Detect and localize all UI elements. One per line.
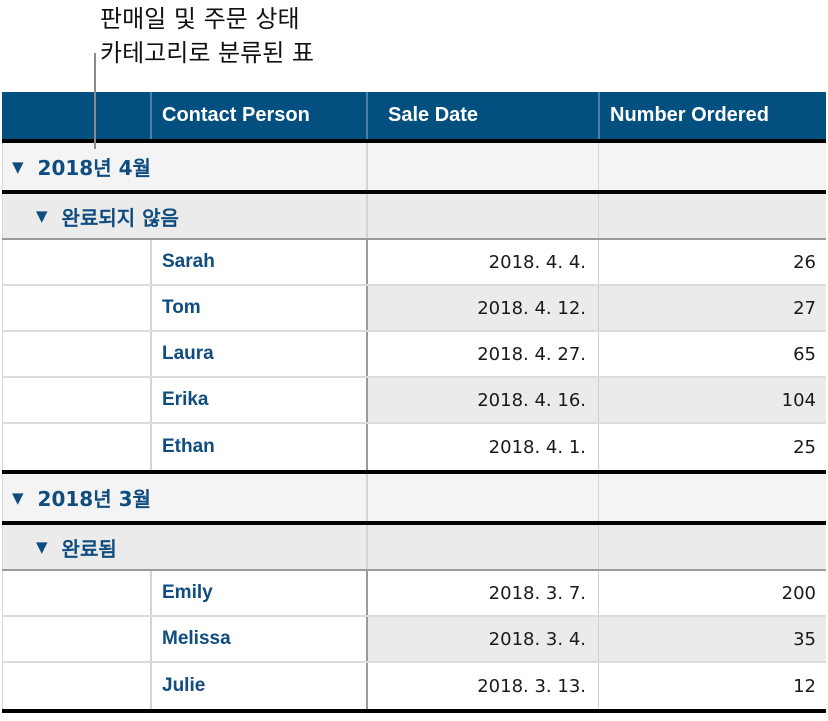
number-ordered-cell[interactable]: 27 <box>598 286 826 330</box>
group-row[interactable]: ▼ 2018년 4월 <box>2 143 826 190</box>
table-row[interactable]: Melissa 2018. 3. 4. 35 <box>2 617 826 663</box>
callout-line-1: 판매일 및 주문 상태 <box>100 5 300 33</box>
table-bottom-border <box>2 709 826 713</box>
categorized-table: Contact Person Sale Date Number Ordered … <box>2 92 826 713</box>
table-row[interactable]: Tom 2018. 4. 12. 27 <box>2 286 826 332</box>
disclosure-triangle-down-icon[interactable]: ▼ <box>36 207 48 225</box>
group-label[interactable]: ▼ 2018년 4월 <box>12 143 151 190</box>
header-cell-sale-date[interactable]: Sale Date <box>366 92 598 139</box>
contact-person-cell[interactable]: Emily <box>150 571 366 615</box>
subgroup-row[interactable]: ▼ 완료되지 않음 <box>2 194 826 240</box>
table-row[interactable]: Emily 2018. 3. 7. 200 <box>2 571 826 617</box>
number-ordered-cell[interactable]: 26 <box>598 240 826 284</box>
table-row[interactable]: Erika 2018. 4. 16. 104 <box>2 378 826 424</box>
number-ordered-cell[interactable]: 12 <box>598 663 826 709</box>
group-title: 2018년 3월 <box>37 487 151 511</box>
header-cell-number-ordered[interactable]: Number Ordered <box>598 92 826 139</box>
contact-person-cell[interactable]: Laura <box>150 332 366 376</box>
disclosure-triangle-down-icon[interactable]: ▼ <box>12 158 24 176</box>
disclosure-triangle-down-icon[interactable]: ▼ <box>12 489 24 507</box>
number-ordered-cell[interactable]: 25 <box>598 424 826 470</box>
sale-date-cell[interactable]: 2018. 3. 4. <box>366 617 598 661</box>
sale-date-cell[interactable]: 2018. 4. 12. <box>366 286 598 330</box>
callout-annotation: 판매일 및 주문 상태 카테고리로 분류된 표 <box>100 2 314 70</box>
sale-date-cell[interactable]: 2018. 4. 1. <box>366 424 598 470</box>
subgroup-title: 완료됨 <box>61 536 117 561</box>
number-ordered-cell[interactable]: 35 <box>598 617 826 661</box>
table-row[interactable]: Ethan 2018. 4. 1. 25 <box>2 424 826 470</box>
subgroup-title: 완료되지 않음 <box>61 205 179 230</box>
table-row[interactable]: Sarah 2018. 4. 4. 26 <box>2 240 826 286</box>
group-title: 2018년 4월 <box>37 156 151 180</box>
sale-date-cell[interactable]: 2018. 3. 7. <box>366 571 598 615</box>
subgroup-label[interactable]: ▼ 완료되지 않음 <box>36 194 179 238</box>
table-row[interactable]: Laura 2018. 4. 27. 65 <box>2 332 826 378</box>
contact-person-cell[interactable]: Ethan <box>150 424 366 470</box>
header-row: Contact Person Sale Date Number Ordered <box>2 92 826 139</box>
number-ordered-cell[interactable]: 65 <box>598 332 826 376</box>
subgroup-row[interactable]: ▼ 완료됨 <box>2 525 826 571</box>
table-row[interactable]: Julie 2018. 3. 13. 12 <box>2 663 826 709</box>
callout-leader-line <box>94 53 96 149</box>
sale-date-cell[interactable]: 2018. 4. 27. <box>366 332 598 376</box>
callout-line-2: 카테고리로 분류된 표 <box>100 39 314 67</box>
contact-person-cell[interactable]: Sarah <box>150 240 366 284</box>
contact-person-cell[interactable]: Tom <box>150 286 366 330</box>
contact-person-cell[interactable]: Melissa <box>150 617 366 661</box>
number-ordered-cell[interactable]: 104 <box>598 378 826 422</box>
number-ordered-cell[interactable]: 200 <box>598 571 826 615</box>
group-row[interactable]: ▼ 2018년 3월 <box>2 474 826 521</box>
contact-person-cell[interactable]: Julie <box>150 663 366 709</box>
header-cell-category[interactable] <box>2 92 150 139</box>
sale-date-cell[interactable]: 2018. 3. 13. <box>366 663 598 709</box>
subgroup-label[interactable]: ▼ 완료됨 <box>36 525 117 569</box>
disclosure-triangle-down-icon[interactable]: ▼ <box>36 538 48 556</box>
group-label[interactable]: ▼ 2018년 3월 <box>12 474 151 521</box>
header-cell-contact-person[interactable]: Contact Person <box>150 92 366 139</box>
sale-date-cell[interactable]: 2018. 4. 4. <box>366 240 598 284</box>
contact-person-cell[interactable]: Erika <box>150 378 366 422</box>
sale-date-cell[interactable]: 2018. 4. 16. <box>366 378 598 422</box>
